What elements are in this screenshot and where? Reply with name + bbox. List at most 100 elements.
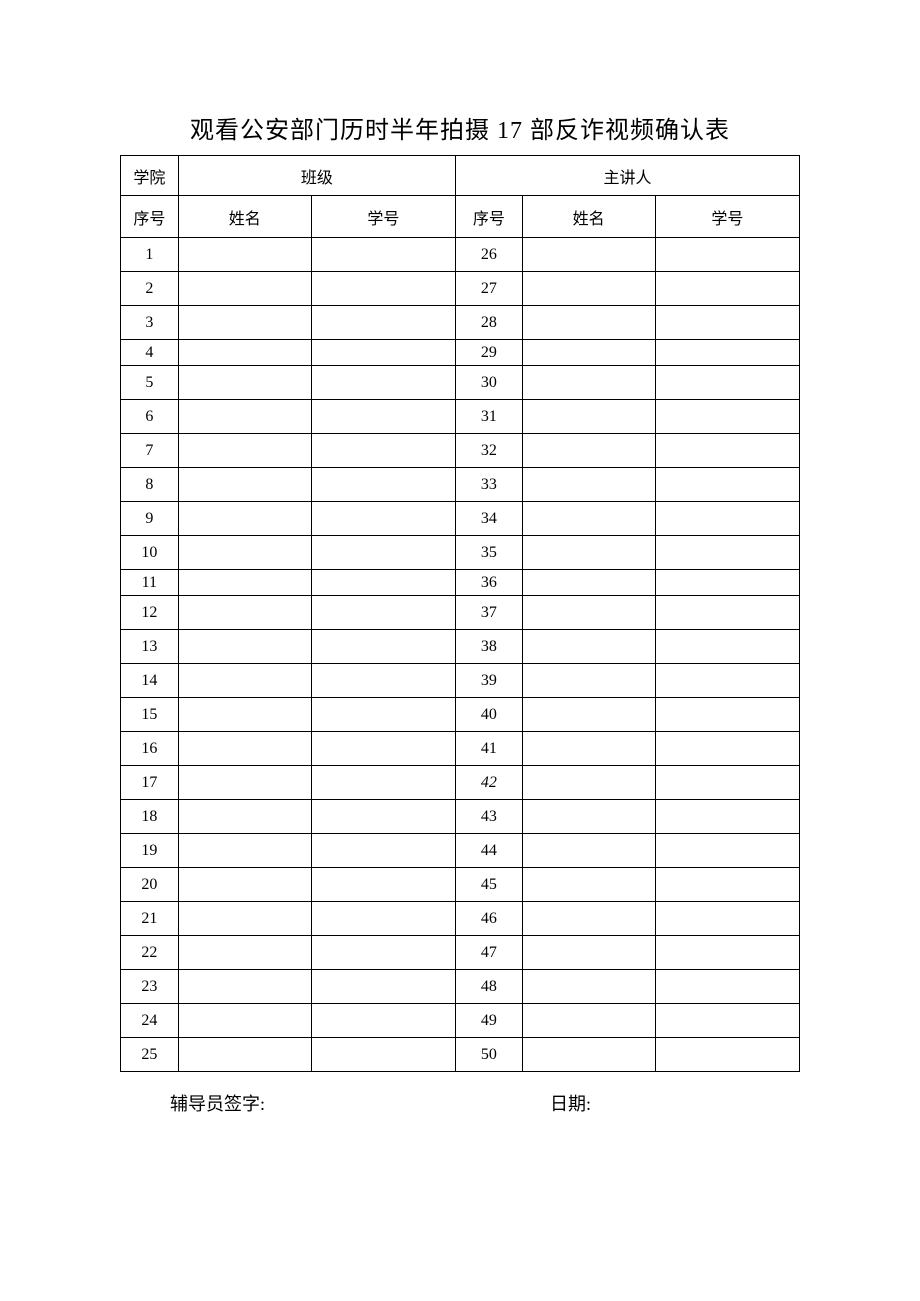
- id-right-cell: [655, 732, 799, 766]
- seq-right-cell: 31: [456, 400, 523, 434]
- id-right-cell: [655, 936, 799, 970]
- name-right-cell: [522, 596, 655, 630]
- table-row: 1641: [121, 732, 800, 766]
- id-right-cell: [655, 502, 799, 536]
- name-left-cell: [178, 630, 311, 664]
- name-right-cell: [522, 434, 655, 468]
- seq-right-cell: 28: [456, 306, 523, 340]
- seq-right-cell: 47: [456, 936, 523, 970]
- name-right-cell: [522, 970, 655, 1004]
- name-right-cell: [522, 664, 655, 698]
- id-left-cell: [311, 238, 455, 272]
- seq-left-cell: 13: [121, 630, 179, 664]
- footer: 辅导员签字: 日期:: [120, 1090, 800, 1116]
- seq-right-cell: 34: [456, 502, 523, 536]
- name-right-cell: [522, 238, 655, 272]
- seq-right-cell: 46: [456, 902, 523, 936]
- col-seq-left: 序号: [121, 196, 179, 238]
- table-row: 2550: [121, 1038, 800, 1072]
- name-right-cell: [522, 1004, 655, 1038]
- name-right-cell: [522, 630, 655, 664]
- table-row: 631: [121, 400, 800, 434]
- college-label: 学院: [121, 156, 179, 196]
- col-name-left: 姓名: [178, 196, 311, 238]
- seq-left-cell: 7: [121, 434, 179, 468]
- name-left-cell: [178, 596, 311, 630]
- name-left-cell: [178, 400, 311, 434]
- name-right-cell: [522, 800, 655, 834]
- seq-left-cell: 14: [121, 664, 179, 698]
- seq-right-cell: 41: [456, 732, 523, 766]
- seq-left-cell: 23: [121, 970, 179, 1004]
- name-right-cell: [522, 340, 655, 366]
- name-left-cell: [178, 698, 311, 732]
- id-left-cell: [311, 400, 455, 434]
- table-row: 7 32: [121, 434, 800, 468]
- seq-left-cell: 3: [121, 306, 179, 340]
- table-row: 1035: [121, 536, 800, 570]
- id-right-cell: [655, 366, 799, 400]
- table-row: 1742: [121, 766, 800, 800]
- table-row: 126: [121, 238, 800, 272]
- seq-right-cell: 29: [456, 340, 523, 366]
- seq-right-cell: 37: [456, 596, 523, 630]
- seq-right-cell: 36: [456, 570, 523, 596]
- name-right-cell: [522, 936, 655, 970]
- id-left-cell: [311, 766, 455, 800]
- seq-right-cell: 39: [456, 664, 523, 698]
- seq-left-cell: 22: [121, 936, 179, 970]
- name-right-cell: [522, 868, 655, 902]
- table-row: 22 47: [121, 936, 800, 970]
- seq-left-cell: 2: [121, 272, 179, 306]
- table-row: 2045: [121, 868, 800, 902]
- id-left-cell: [311, 970, 455, 1004]
- table-row: 934: [121, 502, 800, 536]
- id-left-cell: [311, 306, 455, 340]
- id-left-cell: [311, 1004, 455, 1038]
- id-right-cell: [655, 698, 799, 732]
- table-row: 1540: [121, 698, 800, 732]
- id-left-cell: [311, 596, 455, 630]
- name-left-cell: [178, 1004, 311, 1038]
- id-right-cell: [655, 868, 799, 902]
- table-row: 530: [121, 366, 800, 400]
- name-left-cell: [178, 732, 311, 766]
- column-header-row: 序号 姓名 学号 序号 姓名 学号: [121, 196, 800, 238]
- page-title: 观看公安部门历时半年拍摄 17 部反诈视频确认表: [120, 110, 800, 145]
- col-seq-right: 序号: [456, 196, 523, 238]
- seq-left-cell: 18: [121, 800, 179, 834]
- name-left-cell: [178, 272, 311, 306]
- name-right-cell: [522, 272, 655, 306]
- seq-right-cell: 42: [456, 766, 523, 800]
- table-row: 1338: [121, 630, 800, 664]
- id-left-cell: [311, 536, 455, 570]
- seq-left-cell: 20: [121, 868, 179, 902]
- table-row: 1136: [121, 570, 800, 596]
- seq-right-cell: 43: [456, 800, 523, 834]
- id-right-cell: [655, 306, 799, 340]
- id-right-cell: [655, 272, 799, 306]
- name-left-cell: [178, 306, 311, 340]
- name-left-cell: [178, 536, 311, 570]
- id-right-cell: [655, 834, 799, 868]
- name-right-cell: [522, 400, 655, 434]
- id-left-cell: [311, 800, 455, 834]
- col-id-right: 学号: [655, 196, 799, 238]
- confirmation-table: 学院 班级 主讲人 序号 姓名 学号 序号 姓名 学号 126227328429…: [120, 155, 800, 1072]
- seq-right-cell: 32: [456, 434, 523, 468]
- id-left-cell: [311, 902, 455, 936]
- table-row: 1843: [121, 800, 800, 834]
- name-left-cell: [178, 936, 311, 970]
- id-left-cell: [311, 868, 455, 902]
- seq-left-cell: 8: [121, 468, 179, 502]
- name-left-cell: [178, 1038, 311, 1072]
- id-left-cell: [311, 570, 455, 596]
- seq-right-cell: 48: [456, 970, 523, 1004]
- name-right-cell: [522, 766, 655, 800]
- name-left-cell: [178, 766, 311, 800]
- name-left-cell: [178, 238, 311, 272]
- name-left-cell: [178, 434, 311, 468]
- id-right-cell: [655, 570, 799, 596]
- seq-left-cell: 5: [121, 366, 179, 400]
- col-id-left: 学号: [311, 196, 455, 238]
